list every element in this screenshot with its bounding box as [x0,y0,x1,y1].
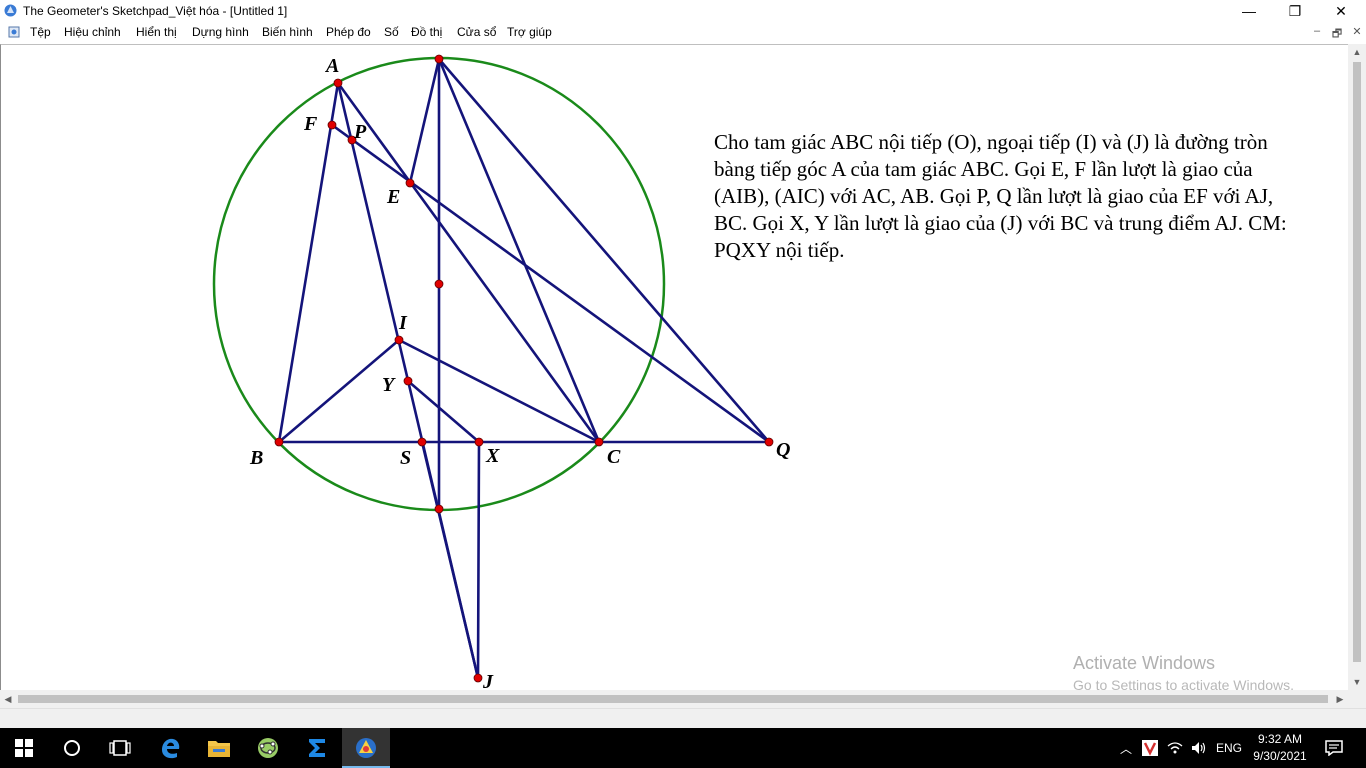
segment-ic[interactable] [397,338,601,444]
scroll-left-icon[interactable]: ◀ [0,690,16,708]
point-b[interactable] [274,437,284,447]
task-view-button[interactable] [96,728,144,768]
menu-display[interactable]: Hiển thị [136,25,177,39]
minimize-button[interactable]: — [1226,0,1272,22]
label-i[interactable]: I [398,312,408,334]
start-button[interactable] [0,728,48,768]
windows-icon [15,739,33,757]
activate-windows-title: Activate Windows [1073,653,1216,673]
task-view-icon [109,740,131,756]
network-icon[interactable] [1167,741,1183,755]
doc-restore-button[interactable]: 🗗 [1328,25,1346,44]
taskbar-edge[interactable] [146,728,194,768]
cortana-icon [64,740,80,756]
label-s[interactable]: S [400,447,411,469]
menu-help[interactable]: Trợ giúp [507,25,552,39]
chevron-up-icon[interactable]: ︿ [1120,740,1132,757]
point-m-bottom[interactable] [434,504,444,514]
menu-transform[interactable]: Biến hình [262,25,313,39]
action-center-button[interactable] [1310,728,1358,768]
point-m-top[interactable] [434,54,444,64]
menu-bar: Tệp Hiệu chỉnh Hiển thị Dựng hình Biến h… [0,22,1366,42]
point-o[interactable] [434,279,444,289]
horizontal-scroll-thumb[interactable] [18,695,1328,703]
segment-sj[interactable] [420,440,480,680]
scroll-corner [1348,690,1366,708]
search-button[interactable] [48,728,96,768]
taskbar: ︿ ENG 9:32 AM 9/30/2021 [0,728,1366,768]
taskbar-geogebra[interactable] [244,728,292,768]
vertical-scroll-thumb[interactable] [1353,62,1361,662]
segment-ac[interactable] [336,81,601,444]
folder-icon [208,741,230,757]
segment-yx[interactable] [406,379,481,444]
point-a[interactable] [333,78,343,88]
scroll-right-icon[interactable]: ▶ [1332,690,1348,708]
sketch-canvas[interactable]: A F P E I Y B S X C Q J Cho tam giác ABC… [0,44,1348,690]
doc-close-button[interactable]: ✕ [1348,25,1366,38]
sketchpad-app-icon [4,4,17,17]
system-tray: ︿ ENG [1120,728,1242,768]
status-bar [0,708,1366,728]
point-y[interactable] [403,376,413,386]
menu-edit[interactable]: Hiệu chỉnh [64,25,121,39]
window-title: The Geometer's Sketchpad_Việt hóa - [Unt… [23,4,288,18]
unikey-icon[interactable] [1142,740,1159,756]
doc-minimize-button[interactable]: – [1308,25,1326,37]
point-x[interactable] [474,437,484,447]
point-c[interactable] [594,437,604,447]
vertical-scrollbar[interactable]: ▲ ▼ [1348,44,1366,690]
horizontal-scrollbar[interactable]: ◀ ▶ [0,690,1348,708]
clock-date: 9/30/2021 [1253,749,1307,763]
label-c[interactable]: C [607,446,621,468]
scroll-down-icon[interactable]: ▼ [1348,674,1366,690]
clock-time: 9:32 AM [1257,732,1303,746]
label-j[interactable]: J [482,671,494,690]
menu-graph[interactable]: Đồ thị [411,25,442,39]
menu-window[interactable]: Cửa sổ [457,25,496,39]
label-q[interactable]: Q [776,439,790,461]
taskbar-file-explorer[interactable] [195,728,243,768]
menu-measure[interactable]: Phép đo [326,25,371,39]
menu-file[interactable]: Tệp [30,25,51,39]
geogebra-icon [258,738,278,758]
point-i[interactable] [394,335,404,345]
volume-icon[interactable] [1191,741,1207,755]
point-j[interactable] [473,673,483,683]
label-e[interactable]: E [386,186,400,208]
menu-construct[interactable]: Dựng hình [192,25,249,39]
label-f[interactable]: F [303,113,318,135]
sigma-icon [309,739,325,757]
point-e[interactable] [405,178,415,188]
point-q[interactable] [764,437,774,447]
activate-windows-subtitle: Go to Settings to activate Windows. [1073,677,1294,690]
point-s[interactable] [417,437,427,447]
notification-icon [1325,740,1343,756]
segment-xj[interactable] [476,440,481,680]
menu-number[interactable]: Số [384,25,399,39]
label-y[interactable]: Y [382,374,396,396]
restore-button[interactable]: ❐ [1272,0,1318,22]
point-f[interactable] [327,120,337,130]
label-x[interactable]: X [485,445,500,467]
scroll-up-icon[interactable]: ▲ [1348,44,1366,60]
problem-text[interactable]: Cho tam giác ABC nội tiếp (O), ngoại tiế… [714,129,1289,264]
document-icon[interactable] [8,26,20,38]
edge-icon [162,738,180,759]
label-a[interactable]: A [324,55,339,77]
sketchpad-icon [356,738,376,758]
title-bar: The Geometer's Sketchpad_Việt hóa - [Unt… [0,0,1366,22]
taskbar-sigma-app[interactable] [293,728,341,768]
segment-mtop-c[interactable] [437,57,601,444]
segment-bi[interactable] [277,338,401,444]
label-b[interactable]: B [249,447,263,469]
language-indicator[interactable]: ENG [1216,741,1242,755]
segment-mtop-e[interactable] [408,57,441,185]
clock[interactable]: 9:32 AM 9/30/2021 [1245,731,1315,765]
segment-fq[interactable] [330,123,771,444]
taskbar-sketchpad[interactable] [342,728,390,768]
close-button[interactable]: ✕ [1318,0,1364,22]
segment-ab[interactable] [277,81,340,444]
label-p[interactable]: P [353,121,367,143]
